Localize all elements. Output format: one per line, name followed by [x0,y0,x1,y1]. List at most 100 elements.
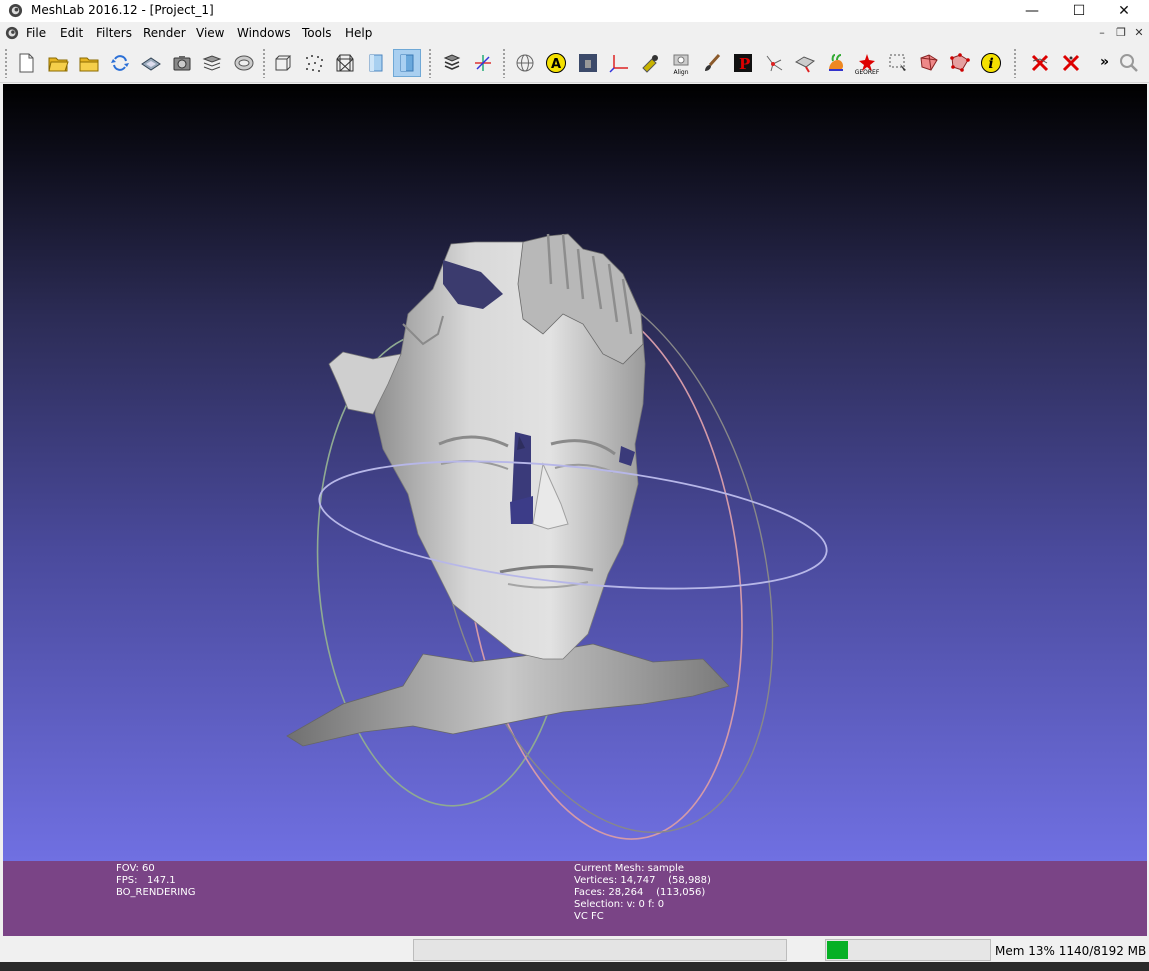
georef-button[interactable]: GEOREF [853,49,881,77]
georef-caption: GEOREF [854,69,880,76]
cut-mesh-icon [794,56,816,73]
mesh-stats: Current Mesh: sample Vertices: 14,747 (5… [574,863,711,923]
title-bar: MeshLab 2016.12 - [Project_1] — ☐ ✕ [0,0,1149,22]
snapshot-button[interactable] [168,49,196,77]
vertices-label: Vertices: 14,747 (58,988) [574,875,711,886]
memory-usage-label: Mem 13% 1140/8192 MB [995,944,1147,958]
memory-progress-bar [825,939,991,961]
select-connected-button[interactable] [760,49,788,77]
vertex-select-icon [766,55,783,72]
render-points-button[interactable] [300,49,328,77]
globe-icon [516,54,534,72]
menu-edit[interactable]: Edit [60,26,83,40]
mdi-minimize-button[interactable]: – [1094,25,1110,41]
face-scan-mesh [286,233,730,747]
maximize-button[interactable]: ☐ [1056,0,1102,22]
flat-shading-icon [369,54,383,72]
new-project-button[interactable] [12,49,40,77]
3d-viewport[interactable] [3,84,1147,862]
close-button[interactable]: ✕ [1101,0,1147,22]
annotate-button[interactable]: A [542,49,570,77]
bounding-box-icon [275,55,292,71]
reload-icon [111,55,129,71]
select-face-rect-button[interactable] [915,49,943,77]
zoom-search-button[interactable] [1115,49,1143,77]
minimize-button[interactable]: — [1009,0,1055,22]
menu-windows[interactable]: Windows [237,26,291,40]
info-button[interactable]: i [977,49,1005,77]
mesh-paint-button[interactable] [698,49,726,77]
fps-label: FPS: 147.1 [116,875,176,886]
raster-layer-button[interactable] [230,49,258,77]
new-document-icon [19,53,34,73]
select-vertex-rect-button[interactable] [946,49,974,77]
attributes-label: VC FC [574,911,604,922]
points-icon [306,55,323,72]
z-painting-button[interactable]: P [729,49,757,77]
toolbar-grip[interactable] [1013,48,1017,78]
wireframe-icon [336,54,354,72]
toolbar-grip[interactable] [428,48,432,78]
menu-filters[interactable]: Filters [96,26,132,40]
document-logo-icon[interactable] [5,26,19,40]
axis-icon [475,55,491,71]
toolbar-grip[interactable] [4,48,8,78]
axis-tool-button[interactable] [469,49,497,77]
selection-label: Selection: v: 0 f: 0 [574,899,665,910]
texture-paint-button[interactable] [574,49,602,77]
export-disk-icon [141,57,161,71]
toolbar-grip[interactable] [262,48,266,78]
paintbrush-icon [705,53,721,71]
reload-button[interactable] [106,49,134,77]
select-rect-button[interactable] [884,49,912,77]
toolbar-overflow-button[interactable]: » [1100,54,1109,70]
svg-text:P: P [739,55,750,73]
select-faces-icon [920,54,938,71]
render-wireframe-button[interactable] [331,49,359,77]
fov-label: FOV: 60 [116,863,155,874]
measure-button[interactable] [605,49,633,77]
render-stats: FOV: 60 FPS: 147.1 BO_RENDERING [116,863,195,899]
menu-render[interactable]: Render [143,26,186,40]
mdi-restore-button[interactable]: ❐ [1113,25,1129,41]
window-title: MeshLab 2016.12 - [Project_1] [31,3,214,17]
menu-view[interactable]: View [196,26,224,40]
open-mesh-button[interactable] [75,49,103,77]
delete-selected-verts-button[interactable] [1057,49,1085,77]
pick-points-icon [642,55,658,73]
folder-icon [79,57,99,72]
select-rect-icon [889,54,906,71]
select-tool-button[interactable] [511,49,539,77]
magnifier-icon [1120,54,1138,72]
render-bbox-button[interactable] [269,49,297,77]
select-faces-button[interactable] [822,49,850,77]
layers-icon [202,55,222,71]
menu-help[interactable]: Help [345,26,372,40]
annotation-a-icon: A [546,53,566,73]
svg-text:i: i [988,56,993,72]
main-toolbar: A Align P GEOREF i » [0,44,1149,83]
scene-canvas[interactable] [3,84,1147,862]
layer-stack-button[interactable] [438,49,466,77]
render-flat-button[interactable] [362,49,390,77]
align-button[interactable] [791,49,819,77]
raster-icon [234,55,254,71]
render-smooth-button[interactable] [393,49,421,77]
layers-button[interactable] [198,49,226,77]
pick-points-button[interactable] [636,49,664,77]
menu-file[interactable]: File [26,26,46,40]
faces-label: Faces: 28,264 (113,056) [574,887,706,898]
open-project-button[interactable] [44,49,72,77]
menu-tools[interactable]: Tools [302,26,332,40]
measure-axes-icon [609,55,628,73]
folder-open-icon [48,57,69,72]
export-mesh-button[interactable] [137,49,165,77]
select-vertices-icon [950,53,970,72]
rainbow-bunny-icon [829,54,843,71]
menu-bar: File Edit Filters Render View Windows To… [0,22,1149,44]
mdi-close-button[interactable]: ✕ [1131,25,1147,41]
manipulator-button[interactable]: Align [667,49,695,77]
delete-selected-faces-button[interactable] [1026,49,1054,77]
toolbar-grip[interactable] [502,48,506,78]
current-mesh-label: Current Mesh: sample [574,863,684,874]
